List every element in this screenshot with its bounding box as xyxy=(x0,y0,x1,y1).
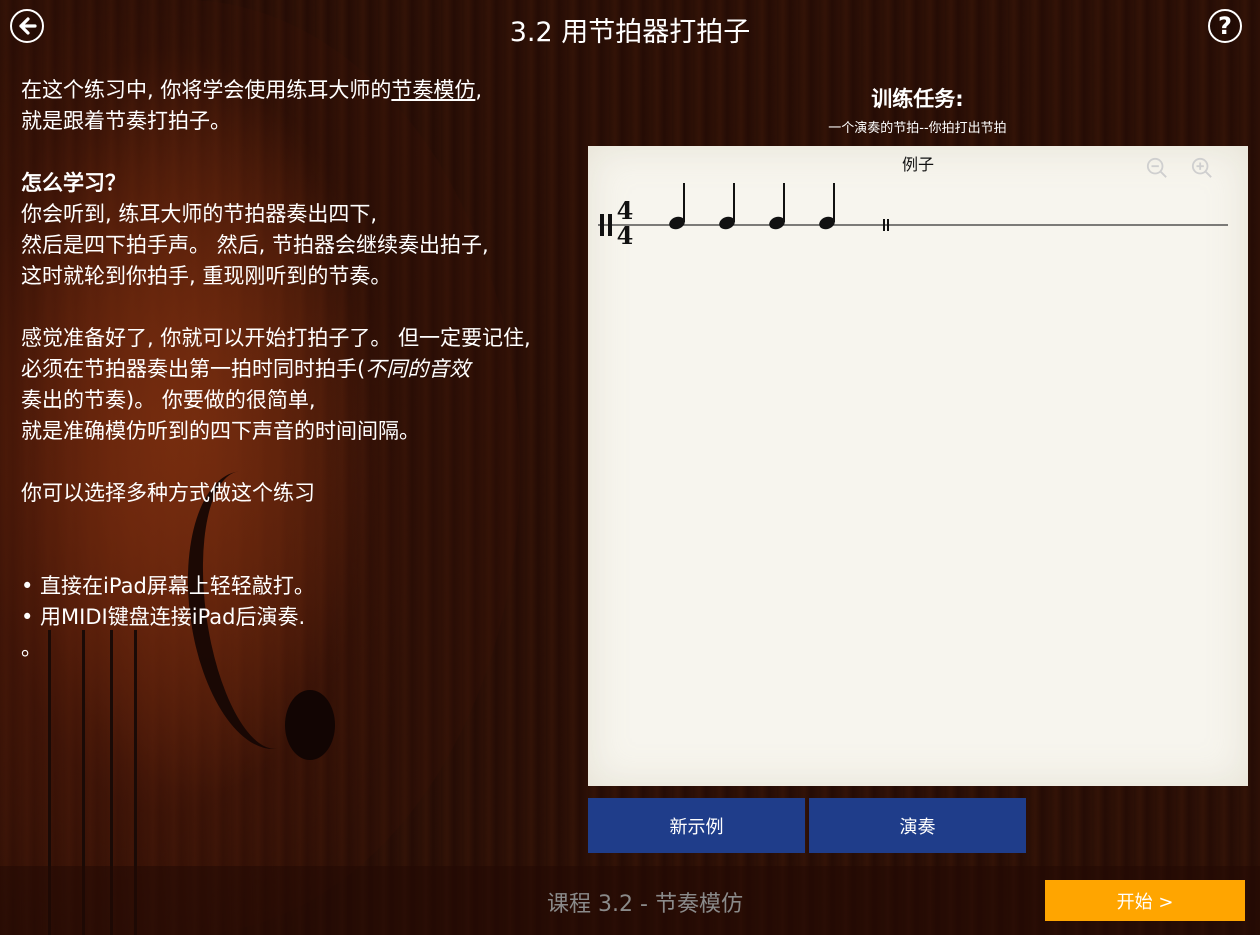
how-line: 你会听到, 练耳大师的节拍器奏出四下, xyxy=(21,202,378,226)
question-mark-icon: ? xyxy=(1218,12,1232,40)
quarter-note-stem xyxy=(833,183,835,222)
intro-punctuation: , xyxy=(475,78,483,102)
start-button[interactable]: 开始 > xyxy=(1045,880,1245,921)
quarter-note-stem xyxy=(783,183,785,222)
ready-line: 就是准确模仿听到的四下声音的时间间隔。 xyxy=(21,419,420,443)
ready-line: 必须在节拍器奏出第一拍时同时拍手(不同的音效 xyxy=(21,354,581,385)
quarter-note-stem xyxy=(683,183,685,222)
trailing-punctuation: 。 xyxy=(21,636,42,660)
top-bar: 3.2 用节拍器打拍子 ? xyxy=(0,0,1260,60)
rhythm-imitation-link[interactable]: 节奏模仿 xyxy=(391,78,475,102)
intro-line: 在这个练习中, 你将学会使用练耳大师的节奏模仿, xyxy=(21,75,581,106)
ready-line: 奏出的节奏)。 你要做的很简单, xyxy=(21,388,316,412)
how-line: 这时就轮到你拍手, 重现刚听到的节奏。 xyxy=(21,264,392,288)
method-item: • 用MIDI键盘连接iPad后演奏. xyxy=(21,605,306,629)
ready-text: 必须在节拍器奏出第一拍时同时拍手( xyxy=(21,357,366,381)
ready-italic-text: 不同的音效 xyxy=(365,357,471,381)
intro-text: 在这个练习中, 你将学会使用练耳大师的 xyxy=(21,78,392,102)
methods-heading: 你可以选择多种方式做这个练习 xyxy=(21,481,315,505)
instructions-text: 在这个练习中, 你将学会使用练耳大师的节奏模仿, 就是跟着节奏打拍子。 怎么学习… xyxy=(21,75,581,664)
barline xyxy=(883,219,885,231)
task-subtitle: 一个演奏的节拍--你拍打出节拍 xyxy=(828,121,1007,136)
new-example-button[interactable]: 新示例 xyxy=(588,798,805,853)
time-signature-bottom: 4 xyxy=(617,221,634,250)
notes-group xyxy=(669,183,835,230)
quarter-note-stem xyxy=(733,183,735,222)
help-button[interactable]: ? xyxy=(1208,9,1242,43)
percussion-clef xyxy=(600,214,604,236)
ready-line: 感觉准备好了, 你就可以开始打拍子了。 但一定要记住, xyxy=(21,326,531,350)
page-title: 3.2 用节拍器打拍子 xyxy=(509,17,751,48)
task-title: 训练任务: xyxy=(871,87,964,111)
percussion-clef xyxy=(608,214,612,236)
how-to-learn-heading: 怎么学习？ xyxy=(21,171,126,195)
rhythm-staff: 4 4 xyxy=(598,183,1228,250)
barline xyxy=(887,219,889,231)
how-line: 然后是四下拍手声。 然后, 节拍器会继续奏出拍子, xyxy=(21,233,489,257)
method-item: • 直接在iPad屏幕上轻轻敲打。 xyxy=(21,574,315,598)
violin-f-hole-end xyxy=(285,690,335,760)
score-panel: 例子 4 4 xyxy=(588,146,1248,786)
play-button[interactable]: 演奏 xyxy=(809,798,1026,853)
intro-line-2: 就是跟着节奏打拍子。 xyxy=(21,109,231,133)
